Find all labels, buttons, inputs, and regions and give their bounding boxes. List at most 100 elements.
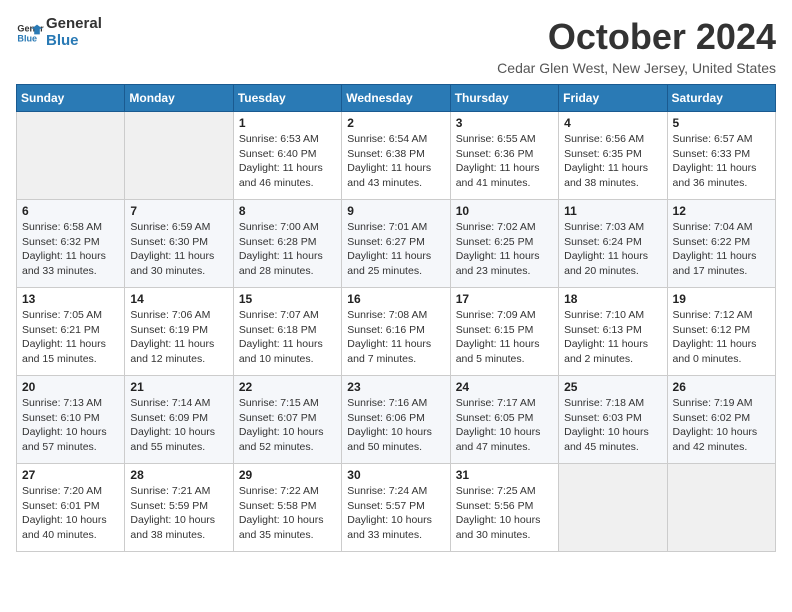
- day-number: 31: [456, 468, 553, 482]
- calendar-cell: 26Sunrise: 7:19 AM Sunset: 6:02 PM Dayli…: [667, 376, 775, 464]
- calendar-cell: 1 Sunrise: 6:53 AM Sunset: 6:40 PM Daylig…: [233, 112, 341, 200]
- calendar-cell: 18 Sunrise: 7:10 AM Sunset: 6:13 PM Dayli…: [559, 288, 667, 376]
- day-info: Sunrise: 7:17 AM Sunset: 6:05 PM Dayligh…: [456, 396, 553, 455]
- day-info: Sunrise: 6:53 AM Sunset: 6:40 PM Dayligh…: [239, 132, 336, 191]
- day-number: 28: [130, 468, 227, 482]
- title-block: October 2024 Cedar Glen West, New Jersey…: [497, 16, 776, 76]
- day-number: 14: [130, 292, 227, 306]
- day-info: Sunrise: 7:01 AM Sunset: 6:27 PM Dayligh…: [347, 220, 444, 279]
- day-info: Sunrise: 7:20 AM Sunset: 6:01 PM Dayligh…: [22, 484, 119, 543]
- header-day-saturday: Saturday: [667, 85, 775, 112]
- calendar-cell: 15 Sunrise: 7:07 AM Sunset: 6:18 PM Dayli…: [233, 288, 341, 376]
- calendar-cell: [17, 112, 125, 200]
- header-day-thursday: Thursday: [450, 85, 558, 112]
- calendar-cell: 28Sunrise: 7:21 AM Sunset: 5:59 PM Dayli…: [125, 464, 233, 552]
- day-number: 9: [347, 204, 444, 218]
- header-day-wednesday: Wednesday: [342, 85, 450, 112]
- location-subtitle: Cedar Glen West, New Jersey, United Stat…: [497, 60, 776, 76]
- day-number: 4: [564, 116, 661, 130]
- calendar-cell: 2 Sunrise: 6:54 AM Sunset: 6:38 PM Daylig…: [342, 112, 450, 200]
- calendar-cell: 22Sunrise: 7:15 AM Sunset: 6:07 PM Dayli…: [233, 376, 341, 464]
- day-info: Sunrise: 7:16 AM Sunset: 6:06 PM Dayligh…: [347, 396, 444, 455]
- day-number: 30: [347, 468, 444, 482]
- day-info: Sunrise: 6:54 AM Sunset: 6:38 PM Dayligh…: [347, 132, 444, 191]
- day-info: Sunrise: 7:08 AM Sunset: 6:16 PM Dayligh…: [347, 308, 444, 367]
- calendar-cell: [667, 464, 775, 552]
- day-info: Sunrise: 6:55 AM Sunset: 6:36 PM Dayligh…: [456, 132, 553, 191]
- calendar-cell: [125, 112, 233, 200]
- day-number: 7: [130, 204, 227, 218]
- calendar-cell: 19 Sunrise: 7:12 AM Sunset: 6:12 PM Dayli…: [667, 288, 775, 376]
- page-header: General Blue General Blue October 2024 C…: [16, 16, 776, 76]
- day-number: 25: [564, 380, 661, 394]
- day-info: Sunrise: 7:24 AM Sunset: 5:57 PM Dayligh…: [347, 484, 444, 543]
- calendar-cell: 12 Sunrise: 7:04 AM Sunset: 6:22 PM Dayli…: [667, 200, 775, 288]
- calendar-header: SundayMondayTuesdayWednesdayThursdayFrid…: [17, 85, 776, 112]
- day-info: Sunrise: 7:09 AM Sunset: 6:15 PM Dayligh…: [456, 308, 553, 367]
- calendar-cell: 20Sunrise: 7:13 AM Sunset: 6:10 PM Dayli…: [17, 376, 125, 464]
- day-number: 1: [239, 116, 336, 130]
- calendar-cell: 31 Sunrise: 7:25 AM Sunset: 5:56 PM Dayli…: [450, 464, 558, 552]
- day-number: 6: [22, 204, 119, 218]
- logo: General Blue General Blue: [16, 16, 102, 49]
- week-row-5: 27 Sunrise: 7:20 AM Sunset: 6:01 PM Dayli…: [17, 464, 776, 552]
- day-info: Sunrise: 7:06 AM Sunset: 6:19 PM Dayligh…: [130, 308, 227, 367]
- calendar-cell: 5 Sunrise: 6:57 AM Sunset: 6:33 PM Daylig…: [667, 112, 775, 200]
- header-day-friday: Friday: [559, 85, 667, 112]
- calendar-cell: 23 Sunrise: 7:16 AM Sunset: 6:06 PM Dayli…: [342, 376, 450, 464]
- day-info: Sunrise: 7:12 AM Sunset: 6:12 PM Dayligh…: [673, 308, 770, 367]
- day-number: 23: [347, 380, 444, 394]
- calendar-table: SundayMondayTuesdayWednesdayThursdayFrid…: [16, 84, 776, 552]
- day-number: 17: [456, 292, 553, 306]
- week-row-3: 13 Sunrise: 7:05 AM Sunset: 6:21 PM Dayli…: [17, 288, 776, 376]
- day-info: Sunrise: 7:19 AM Sunset: 6:02 PM Dayligh…: [673, 396, 770, 455]
- day-number: 20: [22, 380, 119, 394]
- day-info: Sunrise: 7:22 AM Sunset: 5:58 PM Dayligh…: [239, 484, 336, 543]
- day-number: 10: [456, 204, 553, 218]
- day-number: 27: [22, 468, 119, 482]
- calendar-cell: 30 Sunrise: 7:24 AM Sunset: 5:57 PM Dayli…: [342, 464, 450, 552]
- day-info: Sunrise: 7:07 AM Sunset: 6:18 PM Dayligh…: [239, 308, 336, 367]
- logo-blue: Blue: [46, 33, 102, 50]
- day-info: Sunrise: 6:58 AM Sunset: 6:32 PM Dayligh…: [22, 220, 119, 279]
- day-info: Sunrise: 7:04 AM Sunset: 6:22 PM Dayligh…: [673, 220, 770, 279]
- header-day-sunday: Sunday: [17, 85, 125, 112]
- day-number: 15: [239, 292, 336, 306]
- day-info: Sunrise: 7:14 AM Sunset: 6:09 PM Dayligh…: [130, 396, 227, 455]
- calendar-cell: 6 Sunrise: 6:58 AM Sunset: 6:32 PM Daylig…: [17, 200, 125, 288]
- day-info: Sunrise: 6:57 AM Sunset: 6:33 PM Dayligh…: [673, 132, 770, 191]
- header-row: SundayMondayTuesdayWednesdayThursdayFrid…: [17, 85, 776, 112]
- week-row-1: 1 Sunrise: 6:53 AM Sunset: 6:40 PM Daylig…: [17, 112, 776, 200]
- month-title: October 2024: [497, 16, 776, 58]
- day-number: 18: [564, 292, 661, 306]
- day-number: 24: [456, 380, 553, 394]
- day-number: 13: [22, 292, 119, 306]
- day-number: 8: [239, 204, 336, 218]
- day-number: 5: [673, 116, 770, 130]
- day-info: Sunrise: 7:02 AM Sunset: 6:25 PM Dayligh…: [456, 220, 553, 279]
- calendar-cell: 3Sunrise: 6:55 AM Sunset: 6:36 PM Daylig…: [450, 112, 558, 200]
- day-info: Sunrise: 7:15 AM Sunset: 6:07 PM Dayligh…: [239, 396, 336, 455]
- day-number: 19: [673, 292, 770, 306]
- calendar-cell: [559, 464, 667, 552]
- day-info: Sunrise: 6:59 AM Sunset: 6:30 PM Dayligh…: [130, 220, 227, 279]
- day-number: 2: [347, 116, 444, 130]
- calendar-cell: 11 Sunrise: 7:03 AM Sunset: 6:24 PM Dayli…: [559, 200, 667, 288]
- day-info: Sunrise: 7:25 AM Sunset: 5:56 PM Dayligh…: [456, 484, 553, 543]
- day-number: 11: [564, 204, 661, 218]
- week-row-2: 6 Sunrise: 6:58 AM Sunset: 6:32 PM Daylig…: [17, 200, 776, 288]
- calendar-cell: 10 Sunrise: 7:02 AM Sunset: 6:25 PM Dayli…: [450, 200, 558, 288]
- day-number: 16: [347, 292, 444, 306]
- day-info: Sunrise: 7:10 AM Sunset: 6:13 PM Dayligh…: [564, 308, 661, 367]
- calendar-cell: 25Sunrise: 7:18 AM Sunset: 6:03 PM Dayli…: [559, 376, 667, 464]
- calendar-cell: 17 Sunrise: 7:09 AM Sunset: 6:15 PM Dayli…: [450, 288, 558, 376]
- day-info: Sunrise: 7:05 AM Sunset: 6:21 PM Dayligh…: [22, 308, 119, 367]
- day-info: Sunrise: 7:03 AM Sunset: 6:24 PM Dayligh…: [564, 220, 661, 279]
- day-number: 12: [673, 204, 770, 218]
- calendar-cell: 8Sunrise: 7:00 AM Sunset: 6:28 PM Daylig…: [233, 200, 341, 288]
- calendar-cell: 13 Sunrise: 7:05 AM Sunset: 6:21 PM Dayli…: [17, 288, 125, 376]
- logo-icon: General Blue: [16, 19, 44, 47]
- calendar-cell: 16 Sunrise: 7:08 AM Sunset: 6:16 PM Dayli…: [342, 288, 450, 376]
- calendar-cell: 21Sunrise: 7:14 AM Sunset: 6:09 PM Dayli…: [125, 376, 233, 464]
- logo-general: General: [46, 16, 102, 33]
